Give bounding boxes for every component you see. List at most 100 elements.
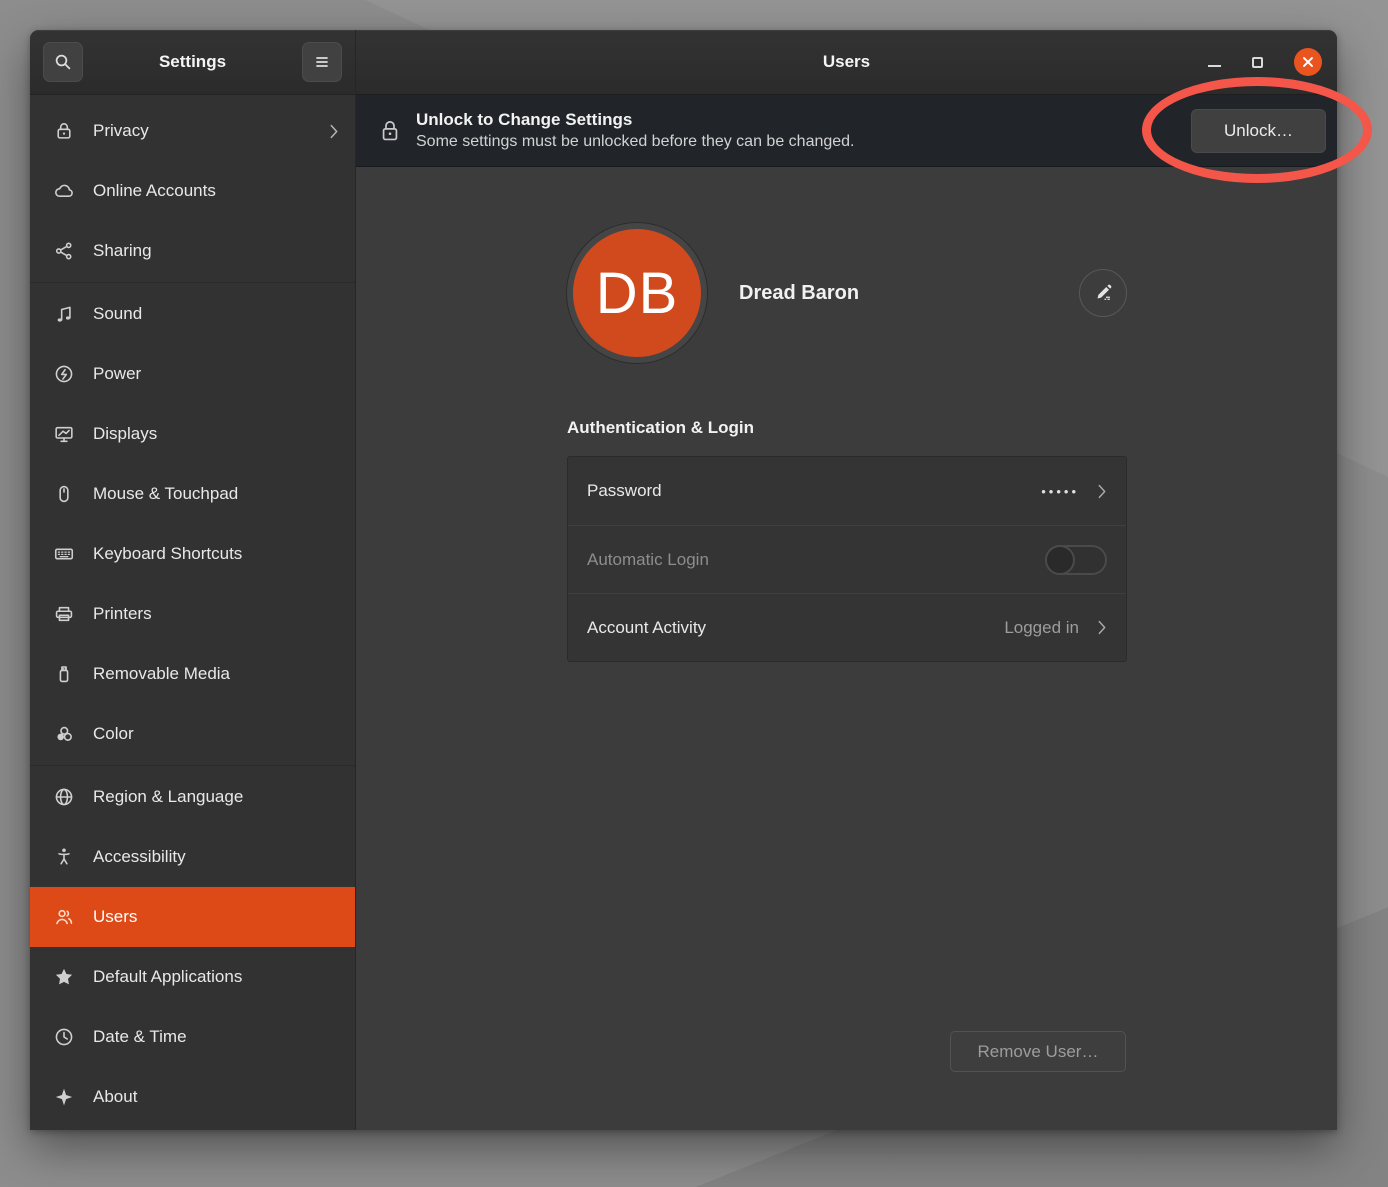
sidebar-item-users[interactable]: Users: [30, 887, 355, 947]
sound-icon: [52, 303, 76, 325]
auth-section-heading: Authentication & Login: [567, 418, 754, 438]
usb-drive-icon: [52, 663, 76, 685]
search-icon: [53, 52, 73, 72]
padlock-icon: [380, 118, 400, 144]
user-name: Dread Baron: [739, 282, 859, 305]
sidebar-item-displays[interactable]: Displays: [30, 404, 355, 464]
hamburger-menu-icon: [312, 52, 332, 72]
remove-user-button[interactable]: Remove User…: [950, 1031, 1126, 1072]
row-label: Password: [587, 481, 662, 501]
sidebar-header: Settings: [30, 30, 355, 95]
sidebar-item-label: Power: [93, 364, 141, 384]
sidebar-item-label: Mouse & Touchpad: [93, 484, 238, 504]
color-icon: [52, 723, 76, 745]
sidebar-item-keyboard-shortcuts[interactable]: Keyboard Shortcuts: [30, 524, 355, 584]
sidebar-item-label: Users: [93, 907, 137, 927]
sidebar-item-date-time[interactable]: Date & Time: [30, 1007, 355, 1067]
privacy-lock-icon: [52, 120, 76, 142]
sidebar-item-removable-media[interactable]: Removable Media: [30, 644, 355, 704]
automatic-login-toggle[interactable]: [1045, 545, 1107, 575]
avatar[interactable]: DB: [567, 223, 707, 363]
sidebar-item-label: Keyboard Shortcuts: [93, 544, 242, 564]
auth-row-automatic-login: Automatic Login: [568, 525, 1126, 593]
keyboard-icon: [52, 543, 76, 565]
sidebar-item-power[interactable]: Power: [30, 344, 355, 404]
sidebar-item-label: Online Accounts: [93, 181, 216, 201]
sidebar-item-label: Sound: [93, 304, 142, 324]
sidebar-item-label: Color: [93, 724, 134, 744]
row-value: Logged in: [1004, 618, 1079, 638]
app-title: Settings: [83, 52, 302, 72]
sidebar-item-printers[interactable]: Printers: [30, 584, 355, 644]
auth-row-account-activity[interactable]: Account Activity Logged in: [568, 593, 1126, 661]
row-label: Account Activity: [587, 618, 706, 638]
banner-text: Unlock to Change Settings Some settings …: [416, 109, 855, 153]
banner-subtitle: Some settings must be unlocked before th…: [416, 132, 855, 153]
sidebar-item-label: Default Applications: [93, 967, 242, 987]
sidebar-item-label: Sharing: [93, 241, 152, 261]
sidebar-list: Privacy Online Accounts Sharing Sound Power D…: [30, 95, 355, 1130]
auth-row-password[interactable]: Password •••••: [568, 457, 1126, 525]
close-button[interactable]: [1294, 48, 1322, 76]
maximize-button[interactable]: [1252, 57, 1263, 68]
chevron-right-icon: [1097, 484, 1107, 499]
minimize-button[interactable]: [1208, 57, 1221, 67]
sidebar-item-label: Displays: [93, 424, 157, 444]
sidebar-item-accessibility[interactable]: Accessibility: [30, 827, 355, 887]
banner-title: Unlock to Change Settings: [416, 109, 855, 132]
pencil-icon: [1093, 283, 1113, 303]
sidebar-item-privacy[interactable]: Privacy: [30, 101, 355, 161]
sidebar-item-label: Privacy: [93, 121, 149, 141]
auth-card: Password ••••• Automatic Login Account Acti…: [567, 456, 1127, 662]
star-icon: [52, 966, 76, 988]
menu-button[interactable]: [302, 42, 342, 82]
sidebar-item-label: Printers: [93, 604, 152, 624]
chevron-right-icon: [1097, 620, 1107, 635]
page-title: Users: [356, 52, 1337, 72]
row-value: •••••: [1041, 484, 1079, 499]
unlock-button[interactable]: Unlock…: [1191, 109, 1326, 153]
main-panel: Users Unlock to Change S: [355, 30, 1337, 1130]
globe-icon: [52, 786, 76, 808]
mouse-icon: [52, 483, 76, 505]
row-label: Automatic Login: [587, 550, 709, 570]
sparkle-icon: [52, 1086, 76, 1108]
share-icon: [52, 240, 76, 262]
sidebar-group-divider: [30, 282, 355, 283]
users-content: DB Dread Baron Authentication & Login Pa…: [356, 167, 1337, 1130]
power-icon: [52, 363, 76, 385]
chevron-right-icon: [329, 124, 339, 139]
main-headerbar: Users: [356, 30, 1337, 95]
unlock-banner: Unlock to Change Settings Some settings …: [356, 95, 1337, 167]
close-icon: [1301, 55, 1315, 69]
maximize-icon: [1252, 57, 1263, 68]
sidebar: Settings Privacy Online Accounts Sharing So…: [30, 30, 355, 1130]
sidebar-item-mouse-touchpad[interactable]: Mouse & Touchpad: [30, 464, 355, 524]
displays-icon: [52, 423, 76, 445]
desktop: { "window": { "sidebar_title": "Settings…: [0, 0, 1388, 1187]
settings-window: Settings Privacy Online Accounts Sharing So…: [30, 30, 1337, 1130]
window-controls: [1208, 48, 1337, 76]
clock-icon: [52, 1026, 76, 1048]
accessibility-icon: [52, 846, 76, 868]
search-button[interactable]: [43, 42, 83, 82]
sidebar-item-label: About: [93, 1087, 137, 1107]
sidebar-item-color[interactable]: Color: [30, 704, 355, 764]
edit-name-button[interactable]: [1079, 269, 1127, 317]
sidebar-item-default-applications[interactable]: Default Applications: [30, 947, 355, 1007]
sidebar-item-label: Region & Language: [93, 787, 243, 807]
minimize-icon: [1208, 65, 1221, 67]
cloud-icon: [52, 180, 76, 202]
toggle-knob: [1045, 545, 1075, 575]
sidebar-group-divider: [30, 765, 355, 766]
users-icon: [52, 906, 76, 928]
sidebar-item-label: Date & Time: [93, 1027, 187, 1047]
sidebar-item-about[interactable]: About: [30, 1067, 355, 1127]
sidebar-item-region-language[interactable]: Region & Language: [30, 767, 355, 827]
sidebar-item-sound[interactable]: Sound: [30, 284, 355, 344]
sidebar-item-label: Removable Media: [93, 664, 230, 684]
sidebar-item-label: Accessibility: [93, 847, 186, 867]
printer-icon: [52, 603, 76, 625]
sidebar-item-sharing[interactable]: Sharing: [30, 221, 355, 281]
sidebar-item-online-accounts[interactable]: Online Accounts: [30, 161, 355, 221]
